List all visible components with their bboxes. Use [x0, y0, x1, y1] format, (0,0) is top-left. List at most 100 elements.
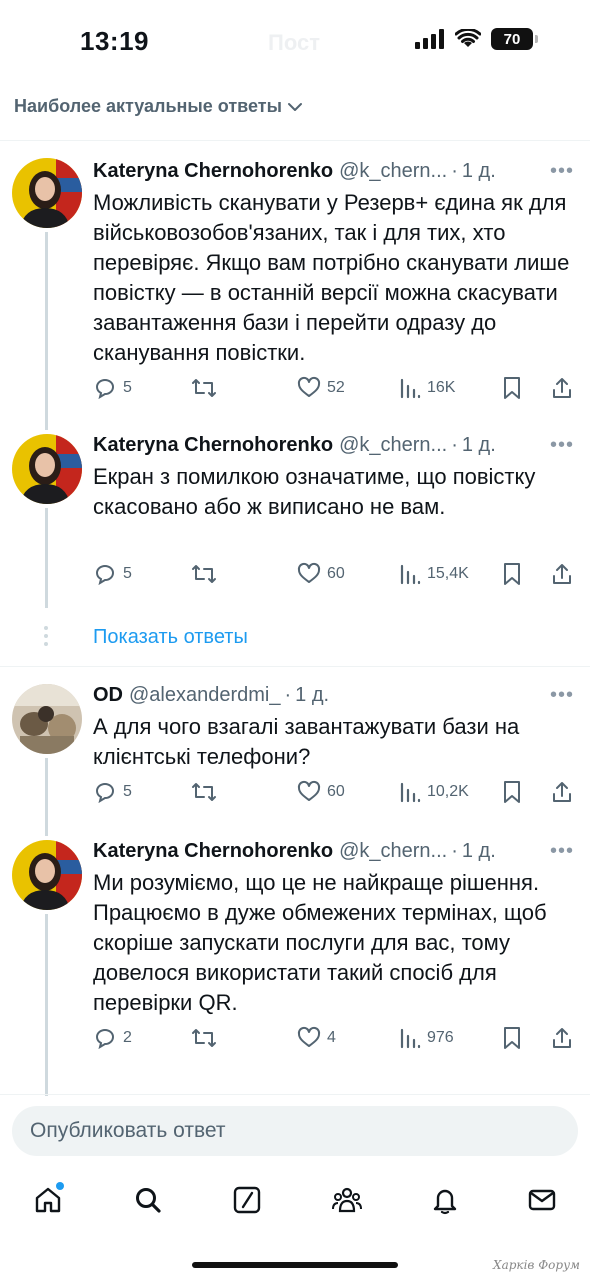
avatar[interactable] — [12, 840, 82, 910]
reply-count: 5 — [123, 379, 132, 396]
share-button[interactable] — [551, 780, 573, 804]
retweet-button[interactable] — [191, 376, 217, 400]
like-button[interactable]: 60 — [297, 562, 345, 586]
status-ghost-title: Пост — [268, 30, 320, 55]
share-button[interactable] — [551, 1026, 573, 1050]
status-icons: 70 — [415, 28, 538, 50]
tweet-text: Ми розуміємо, що це не найкраще рішення.… — [93, 870, 547, 1015]
reply-button[interactable]: 5 — [93, 376, 132, 400]
author-handle[interactable]: @alexanderdmi_ — [129, 684, 281, 707]
bookmark-icon — [504, 781, 520, 803]
sort-selector[interactable]: Наиболее актуальные ответы — [14, 96, 304, 117]
tweet[interactable]: Kateryna Chernohorenko @k_chern... · 1 д… — [0, 430, 590, 610]
more-options-icon[interactable]: ••• — [550, 684, 574, 707]
tweet-text: А для чого взагалі завантажувати бази на… — [93, 714, 520, 769]
bookmark-icon — [504, 377, 520, 399]
tweet-text: Можливість сканувати у Резерв+ єдина як … — [93, 190, 570, 365]
views-button[interactable]: 16K — [399, 376, 455, 400]
share-button[interactable] — [551, 562, 573, 586]
more-options-icon[interactable]: ••• — [550, 160, 574, 183]
tab-messages[interactable] — [524, 1182, 560, 1218]
views-button[interactable]: 15,4K — [399, 562, 469, 586]
share-button[interactable] — [551, 376, 573, 400]
reply-button[interactable]: 5 — [93, 780, 132, 804]
tweet-header: Kateryna Chernohorenko @k_chern... · 1 д… — [93, 160, 570, 183]
retweet-icon — [192, 565, 216, 583]
tweet[interactable]: OD @alexanderdmi_ · 1 д. ••• А для чого … — [0, 666, 590, 836]
tweet-time[interactable]: 1 д. — [462, 840, 496, 863]
heart-icon — [297, 780, 321, 801]
avatar[interactable] — [12, 434, 82, 504]
more-options-icon[interactable]: ••• — [550, 434, 574, 457]
tweet-time[interactable]: 1 д. — [295, 684, 329, 707]
tab-grok[interactable] — [229, 1182, 265, 1218]
like-count: 60 — [327, 565, 345, 582]
author-handle[interactable]: @k_chern... — [339, 434, 447, 457]
author-name[interactable]: OD — [93, 684, 123, 707]
status-time: 13:19 — [80, 26, 149, 56]
bookmark-button[interactable] — [501, 1026, 523, 1050]
tweet-header: Kateryna Chernohorenko @k_chern... · 1 д… — [93, 434, 570, 457]
heart-icon — [297, 1026, 321, 1047]
views-icon — [400, 782, 421, 803]
retweet-button[interactable] — [191, 780, 217, 804]
author-handle[interactable]: @k_chern... — [339, 840, 447, 863]
tweet-actions: 2 4 976 — [93, 1026, 576, 1054]
reply-icon — [95, 379, 115, 400]
tab-notifications[interactable] — [427, 1182, 463, 1218]
like-button[interactable]: 52 — [297, 376, 345, 400]
wifi-icon — [455, 29, 481, 47]
author-name[interactable]: Kateryna Chernohorenko — [93, 434, 333, 457]
tweet[interactable]: Kateryna Chernohorenko @k_chern... · 1 д… — [0, 836, 590, 1096]
like-button[interactable]: 4 — [297, 1026, 336, 1050]
share-icon — [553, 782, 571, 802]
avatar[interactable] — [12, 158, 82, 228]
tab-communities[interactable] — [329, 1182, 365, 1218]
author-name[interactable]: Kateryna Chernohorenko — [93, 160, 333, 183]
reply-button[interactable]: 2 — [93, 1026, 132, 1050]
tweet-time[interactable]: 1 д. — [462, 434, 496, 457]
grok-icon — [233, 1186, 261, 1214]
reply-composer[interactable]: Опубликовать ответ — [12, 1106, 578, 1156]
retweet-button[interactable] — [191, 562, 217, 586]
views-icon — [400, 1028, 421, 1049]
tab-search[interactable] — [130, 1182, 166, 1218]
reply-icon — [95, 565, 115, 586]
battery-tip — [535, 35, 538, 43]
avatar[interactable] — [12, 684, 82, 754]
tab-home[interactable] — [30, 1182, 66, 1218]
author-name[interactable]: Kateryna Chernohorenko — [93, 840, 333, 863]
like-button[interactable]: 60 — [297, 780, 345, 804]
search-icon — [136, 1188, 161, 1213]
watermark: Харків Форум — [493, 1258, 580, 1272]
thread-dots — [44, 626, 48, 650]
tweet-time[interactable]: 1 д. — [462, 160, 496, 183]
share-icon — [553, 1028, 571, 1048]
share-icon — [553, 378, 571, 398]
views-button[interactable]: 10,2K — [399, 780, 469, 804]
tweet[interactable]: Kateryna Chernohorenko @k_chern... · 1 д… — [0, 140, 590, 430]
views-button[interactable]: 976 — [399, 1026, 454, 1050]
tweet-text: Екран з помилкою означатиме, що повістку… — [93, 464, 536, 519]
thread-line — [45, 508, 48, 608]
sort-label: Наиболее актуальные ответы — [14, 96, 282, 116]
separator-dot: · — [451, 840, 458, 862]
bookmark-icon — [504, 1027, 520, 1049]
retweet-button[interactable] — [191, 1026, 217, 1050]
bookmark-button[interactable] — [501, 780, 523, 804]
thread-line — [45, 232, 48, 430]
author-handle[interactable]: @k_chern... — [339, 160, 447, 183]
reply-button[interactable]: 5 — [93, 562, 132, 586]
bookmark-button[interactable] — [501, 376, 523, 400]
more-options-icon[interactable]: ••• — [550, 840, 574, 863]
communities-icon — [332, 1187, 362, 1213]
thread-line — [45, 758, 48, 836]
bookmark-button[interactable] — [501, 562, 523, 586]
heart-icon — [297, 562, 321, 583]
view-count: 16K — [427, 379, 456, 396]
show-replies-link[interactable]: Показать ответы — [93, 626, 248, 649]
tweet-actions: 5 60 10,2K — [93, 780, 576, 808]
home-indicator[interactable] — [192, 1262, 398, 1268]
signal-icon — [415, 29, 444, 49]
thread-line — [45, 914, 48, 1096]
